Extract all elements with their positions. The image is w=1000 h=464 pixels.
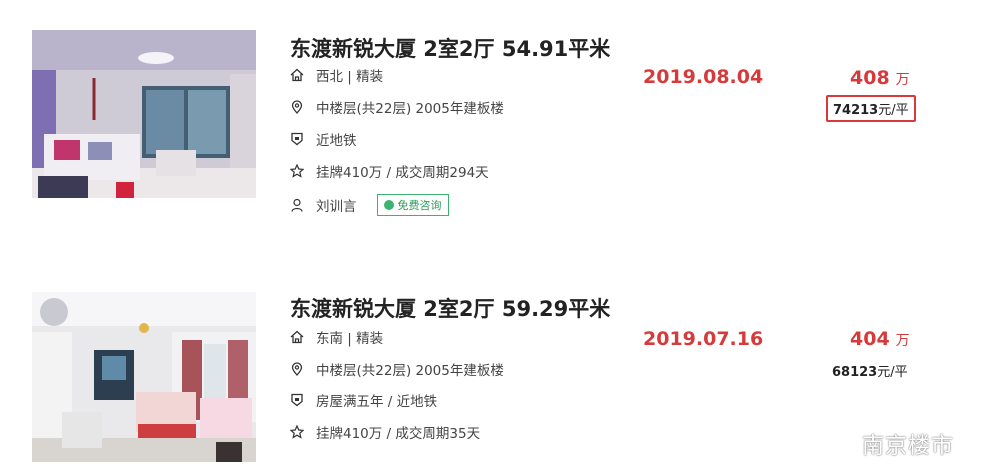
- orientation-text: 东南 | 精装: [316, 331, 384, 347]
- home-icon: [290, 68, 304, 82]
- tags-text: 近地铁: [316, 133, 357, 149]
- deal-date: 2019.07.16: [643, 328, 764, 350]
- star-icon: [290, 164, 304, 178]
- total-price-value: 408: [850, 67, 890, 89]
- tag-icon: [290, 132, 304, 146]
- watermark: 南京楼市: [822, 428, 954, 460]
- total-price-value: 404: [850, 328, 890, 350]
- total-price: 404 万: [850, 328, 910, 350]
- orientation-row: 西北 | 精装: [290, 65, 383, 85]
- total-price-unit: 万: [895, 333, 910, 349]
- unit-price: 74213元/平: [826, 95, 916, 122]
- tags-text: 房屋满五年 / 近地铁: [316, 394, 438, 410]
- free-consult-button[interactable]: 免费咨询: [376, 194, 449, 216]
- tag-icon: [290, 393, 304, 407]
- listing-photo[interactable]: [32, 292, 256, 462]
- unit-price-suffix: 元/平: [877, 365, 908, 380]
- listing-info-row: 挂牌410万 / 成交周期35天: [290, 422, 480, 442]
- chat-icon: [383, 200, 394, 210]
- listing-info-row: 挂牌410万 / 成交周期294天: [290, 161, 489, 181]
- listing-photo[interactable]: [32, 30, 256, 198]
- tags-row: 房屋满五年 / 近地铁: [290, 390, 437, 410]
- unit-price-value: 74213: [833, 103, 879, 118]
- unit-price: 68123元/平: [832, 361, 908, 380]
- listing-info-text: 挂牌410万 / 成交周期35天: [316, 426, 481, 442]
- home-icon: [290, 330, 304, 344]
- agent-row: 刘训言 免费咨询: [290, 194, 449, 216]
- listing-info-text: 挂牌410万 / 成交周期294天: [316, 165, 489, 181]
- wechat-icon: [822, 431, 856, 457]
- unit-price-suffix: 元/平: [878, 103, 909, 118]
- floor-text: 中楼层(共22层) 2005年建板楼: [316, 101, 504, 117]
- floor-text: 中楼层(共22层) 2005年建板楼: [316, 363, 504, 379]
- orientation-text: 西北 | 精装: [316, 69, 384, 85]
- unit-price-value: 68123: [832, 365, 878, 380]
- total-price: 408 万: [850, 67, 910, 89]
- floor-row: 中楼层(共22层) 2005年建板楼: [290, 359, 504, 379]
- agent-name[interactable]: 刘训言: [316, 195, 357, 215]
- listing-title[interactable]: 东渡新锐大厦 2室2厅 59.29平米: [290, 293, 610, 323]
- star-icon: [290, 425, 304, 439]
- orientation-row: 东南 | 精装: [290, 327, 383, 347]
- watermark-text: 南京楼市: [862, 434, 955, 459]
- location-icon: [290, 362, 304, 376]
- total-price-unit: 万: [895, 72, 910, 88]
- floor-row: 中楼层(共22层) 2005年建板楼: [290, 97, 504, 117]
- location-icon: [290, 100, 304, 114]
- listing-title[interactable]: 东渡新锐大厦 2室2厅 54.91平米: [290, 33, 610, 63]
- tags-row: 近地铁: [290, 129, 357, 149]
- free-consult-label: 免费咨询: [397, 199, 442, 212]
- user-icon: [290, 198, 304, 212]
- deal-date: 2019.08.04: [643, 66, 764, 88]
